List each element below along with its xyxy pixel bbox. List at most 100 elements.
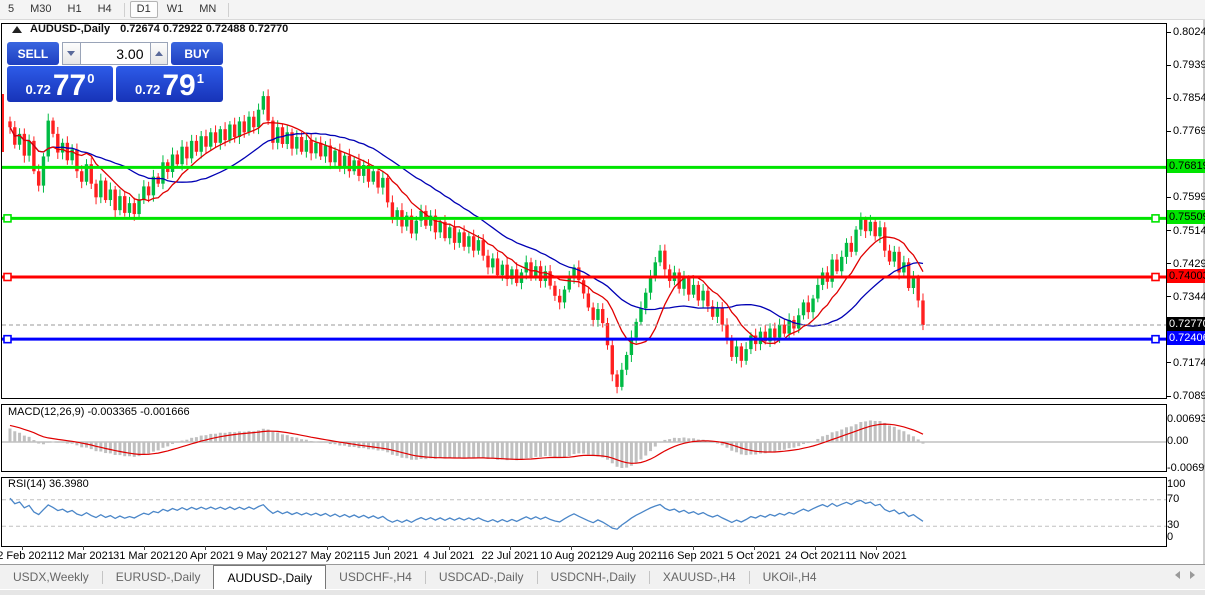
- sell-price-base: 0.72: [25, 82, 51, 97]
- tick-mark: [1167, 395, 1171, 397]
- tab-scroll-left-icon[interactable]: [1175, 571, 1180, 579]
- date-label: 16 Sep 2021: [661, 550, 725, 562]
- chart-ohlc-values: 0.72674 0.72922 0.72488 0.72770: [120, 23, 289, 35]
- tick-mark: [1167, 230, 1171, 232]
- rsi-axis-tick: 70: [1167, 492, 1180, 505]
- chart-symbol-period: AUDUSD-,Daily: [30, 23, 111, 35]
- price-badge-0.72770: 0.72770: [1167, 317, 1205, 331]
- volume-decrease-button[interactable]: [61, 42, 81, 65]
- date-label: 12 Mar 2021: [52, 550, 114, 562]
- collapse-panel-arrow-icon[interactable]: [12, 25, 22, 33]
- rsi-chart: [2, 497, 1166, 530]
- timeframe-toolbar: 5 M30 H1 H4 D1 W1 MN: [0, 0, 1205, 20]
- price-axis-tick: 0.73445: [1167, 291, 1205, 303]
- timeframe-button-H4[interactable]: H4: [91, 1, 119, 18]
- tick-mark: [1167, 296, 1171, 298]
- rsi-axis-tick: 0: [1167, 531, 1174, 543]
- tab-usdcnh-daily[interactable]: USDCNH-,Daily: [538, 565, 649, 589]
- tab-xauusd-h4[interactable]: XAUUSD-,H4: [650, 565, 749, 589]
- sell-price-display[interactable]: 0.72 77 0: [7, 66, 113, 102]
- price-axis-tick: 0.71745: [1167, 357, 1205, 369]
- tick-mark: [1167, 31, 1171, 33]
- timeframe-button-W1[interactable]: W1: [160, 1, 191, 18]
- tab-scroll-buttons: [1175, 571, 1195, 579]
- trade-panel-prices: 0.72 77 0 0.72 79 1: [7, 66, 223, 102]
- date-label: 4 Jul 2021: [423, 550, 475, 562]
- volume-increase-icon: [154, 51, 163, 56]
- date-label: 10 Aug 2021: [540, 550, 602, 562]
- tick-mark: [1167, 362, 1171, 364]
- timeframe-button-D1[interactable]: D1: [129, 1, 158, 18]
- tab-scroll-right-icon[interactable]: [1190, 571, 1195, 579]
- buy-button[interactable]: BUY: [171, 42, 223, 65]
- rsi-axis-tick: 30: [1167, 519, 1180, 532]
- volume-input[interactable]: [80, 42, 150, 65]
- price-badge-0.74003: 0.74003: [1167, 269, 1205, 283]
- mt4-trading-terminal: { "toolbar": { "items": [ {"type":"butto…: [0, 0, 1205, 595]
- ma-slow-line: [9, 126, 924, 327]
- date-label: 29 Aug 2021: [601, 550, 663, 562]
- volume-decrease-icon: [67, 51, 76, 56]
- buy-price-point: 1: [196, 71, 204, 86]
- tab-eurusd-daily[interactable]: EURUSD-,Daily: [103, 565, 214, 589]
- chart-title: AUDUSD-,Daily 0.72674 0.72922 0.72488 0.…: [12, 22, 288, 36]
- date-label: 22 Jul 2021: [481, 550, 539, 562]
- price-axis-tick: 0.79395: [1167, 59, 1205, 71]
- tick-mark: [1167, 64, 1171, 66]
- date-label: 22 Feb 2021: [0, 550, 53, 562]
- tab-ukoil-h4[interactable]: UKOil-,H4: [750, 565, 830, 589]
- timeframe-button-M30[interactable]: M30: [23, 1, 58, 18]
- rsi-axis-tick: 100: [1167, 478, 1186, 490]
- date-label: 15 Jun 2021: [357, 550, 419, 562]
- tab-audusd-daily[interactable]: AUDUSD-,Daily: [213, 565, 327, 589]
- tab-usdchf-h4[interactable]: USDCHF-,H4: [326, 565, 425, 589]
- macd-label: MACD(12,26,9) -0.003365 -0.001666: [8, 406, 190, 418]
- date-label: 27 May 2021: [295, 550, 359, 562]
- buy-price-pips: 79: [162, 69, 196, 102]
- date-label: 24 Oct 2021: [785, 550, 845, 562]
- tab-usdcad-daily[interactable]: USDCAD-,Daily: [426, 565, 537, 589]
- macd-axis-tick: 0.006936: [1167, 413, 1205, 425]
- chart-tab-bar: USDX,Weekly EURUSD-,Daily AUDUSD-,Daily USD…: [0, 564, 1205, 589]
- tab-usdx-weekly[interactable]: USDX,Weekly: [0, 565, 102, 589]
- price-badge-0.75509: 0.75509: [1167, 210, 1205, 225]
- timeframe-button-H1[interactable]: H1: [61, 1, 89, 18]
- status-strip: [0, 589, 1205, 595]
- price-axis-tick: 0.75995: [1167, 191, 1205, 203]
- price-axis-tick: 0.80245: [1167, 26, 1205, 38]
- horizontal-line-0.75509[interactable]: [2, 214, 1166, 223]
- toolbar-separator: [228, 2, 230, 17]
- horizontal-line-0.72406[interactable]: [2, 334, 1166, 344]
- price-badge-0.76819: 0.76819: [1167, 159, 1205, 174]
- price-axis-tick: 0.74295: [1167, 258, 1205, 270]
- price-axis-tick: 0.78545: [1167, 92, 1205, 104]
- date-label: 9 May 2021: [237, 550, 295, 562]
- sell-button[interactable]: SELL: [7, 42, 59, 65]
- volume-increase-button[interactable]: [149, 42, 169, 65]
- date-label: 31 Mar 2021: [113, 550, 175, 562]
- date-label: 20 Apr 2021: [175, 550, 235, 562]
- tick-mark: [1167, 97, 1171, 99]
- one-click-trading-panel: SELL BUY 0.72 77 0 0.72 79 1: [7, 42, 223, 102]
- macd-axis-tick: -0.00699: [1167, 462, 1205, 474]
- tick-mark: [1167, 263, 1171, 265]
- macd-signal-line: [9, 423, 924, 464]
- timeframe-button-5[interactable]: 5: [1, 1, 21, 18]
- price-axis: 0.80245 0.79395 0.78545 0.77695 0.75995 0.751…: [1167, 0, 1205, 563]
- tick-mark: [1167, 130, 1171, 132]
- ma-fast-line: [9, 121, 924, 345]
- rsi-label: RSI(14) 36.3980: [8, 478, 89, 490]
- buy-price-display[interactable]: 0.72 79 1: [116, 66, 223, 102]
- date-axis: 22 Feb 202112 Mar 202131 Mar 202120 Apr …: [0, 546, 1166, 563]
- rsi-indicator-pane[interactable]: [1, 477, 1167, 547]
- rsi-line: [9, 497, 924, 530]
- sell-price-point: 0: [87, 71, 95, 86]
- macd-axis-tick: 0.00: [1167, 435, 1189, 447]
- trade-panel-controls: SELL BUY: [7, 42, 223, 65]
- timeframe-button-MN[interactable]: MN: [192, 1, 223, 18]
- date-label: 5 Oct 2021: [727, 550, 781, 562]
- buy-price-base: 0.72: [135, 82, 161, 97]
- sell-price-pips: 77: [52, 69, 87, 102]
- price-badge-0.72406: 0.72406: [1167, 331, 1205, 346]
- price-axis-tick: 0.77695: [1167, 125, 1205, 137]
